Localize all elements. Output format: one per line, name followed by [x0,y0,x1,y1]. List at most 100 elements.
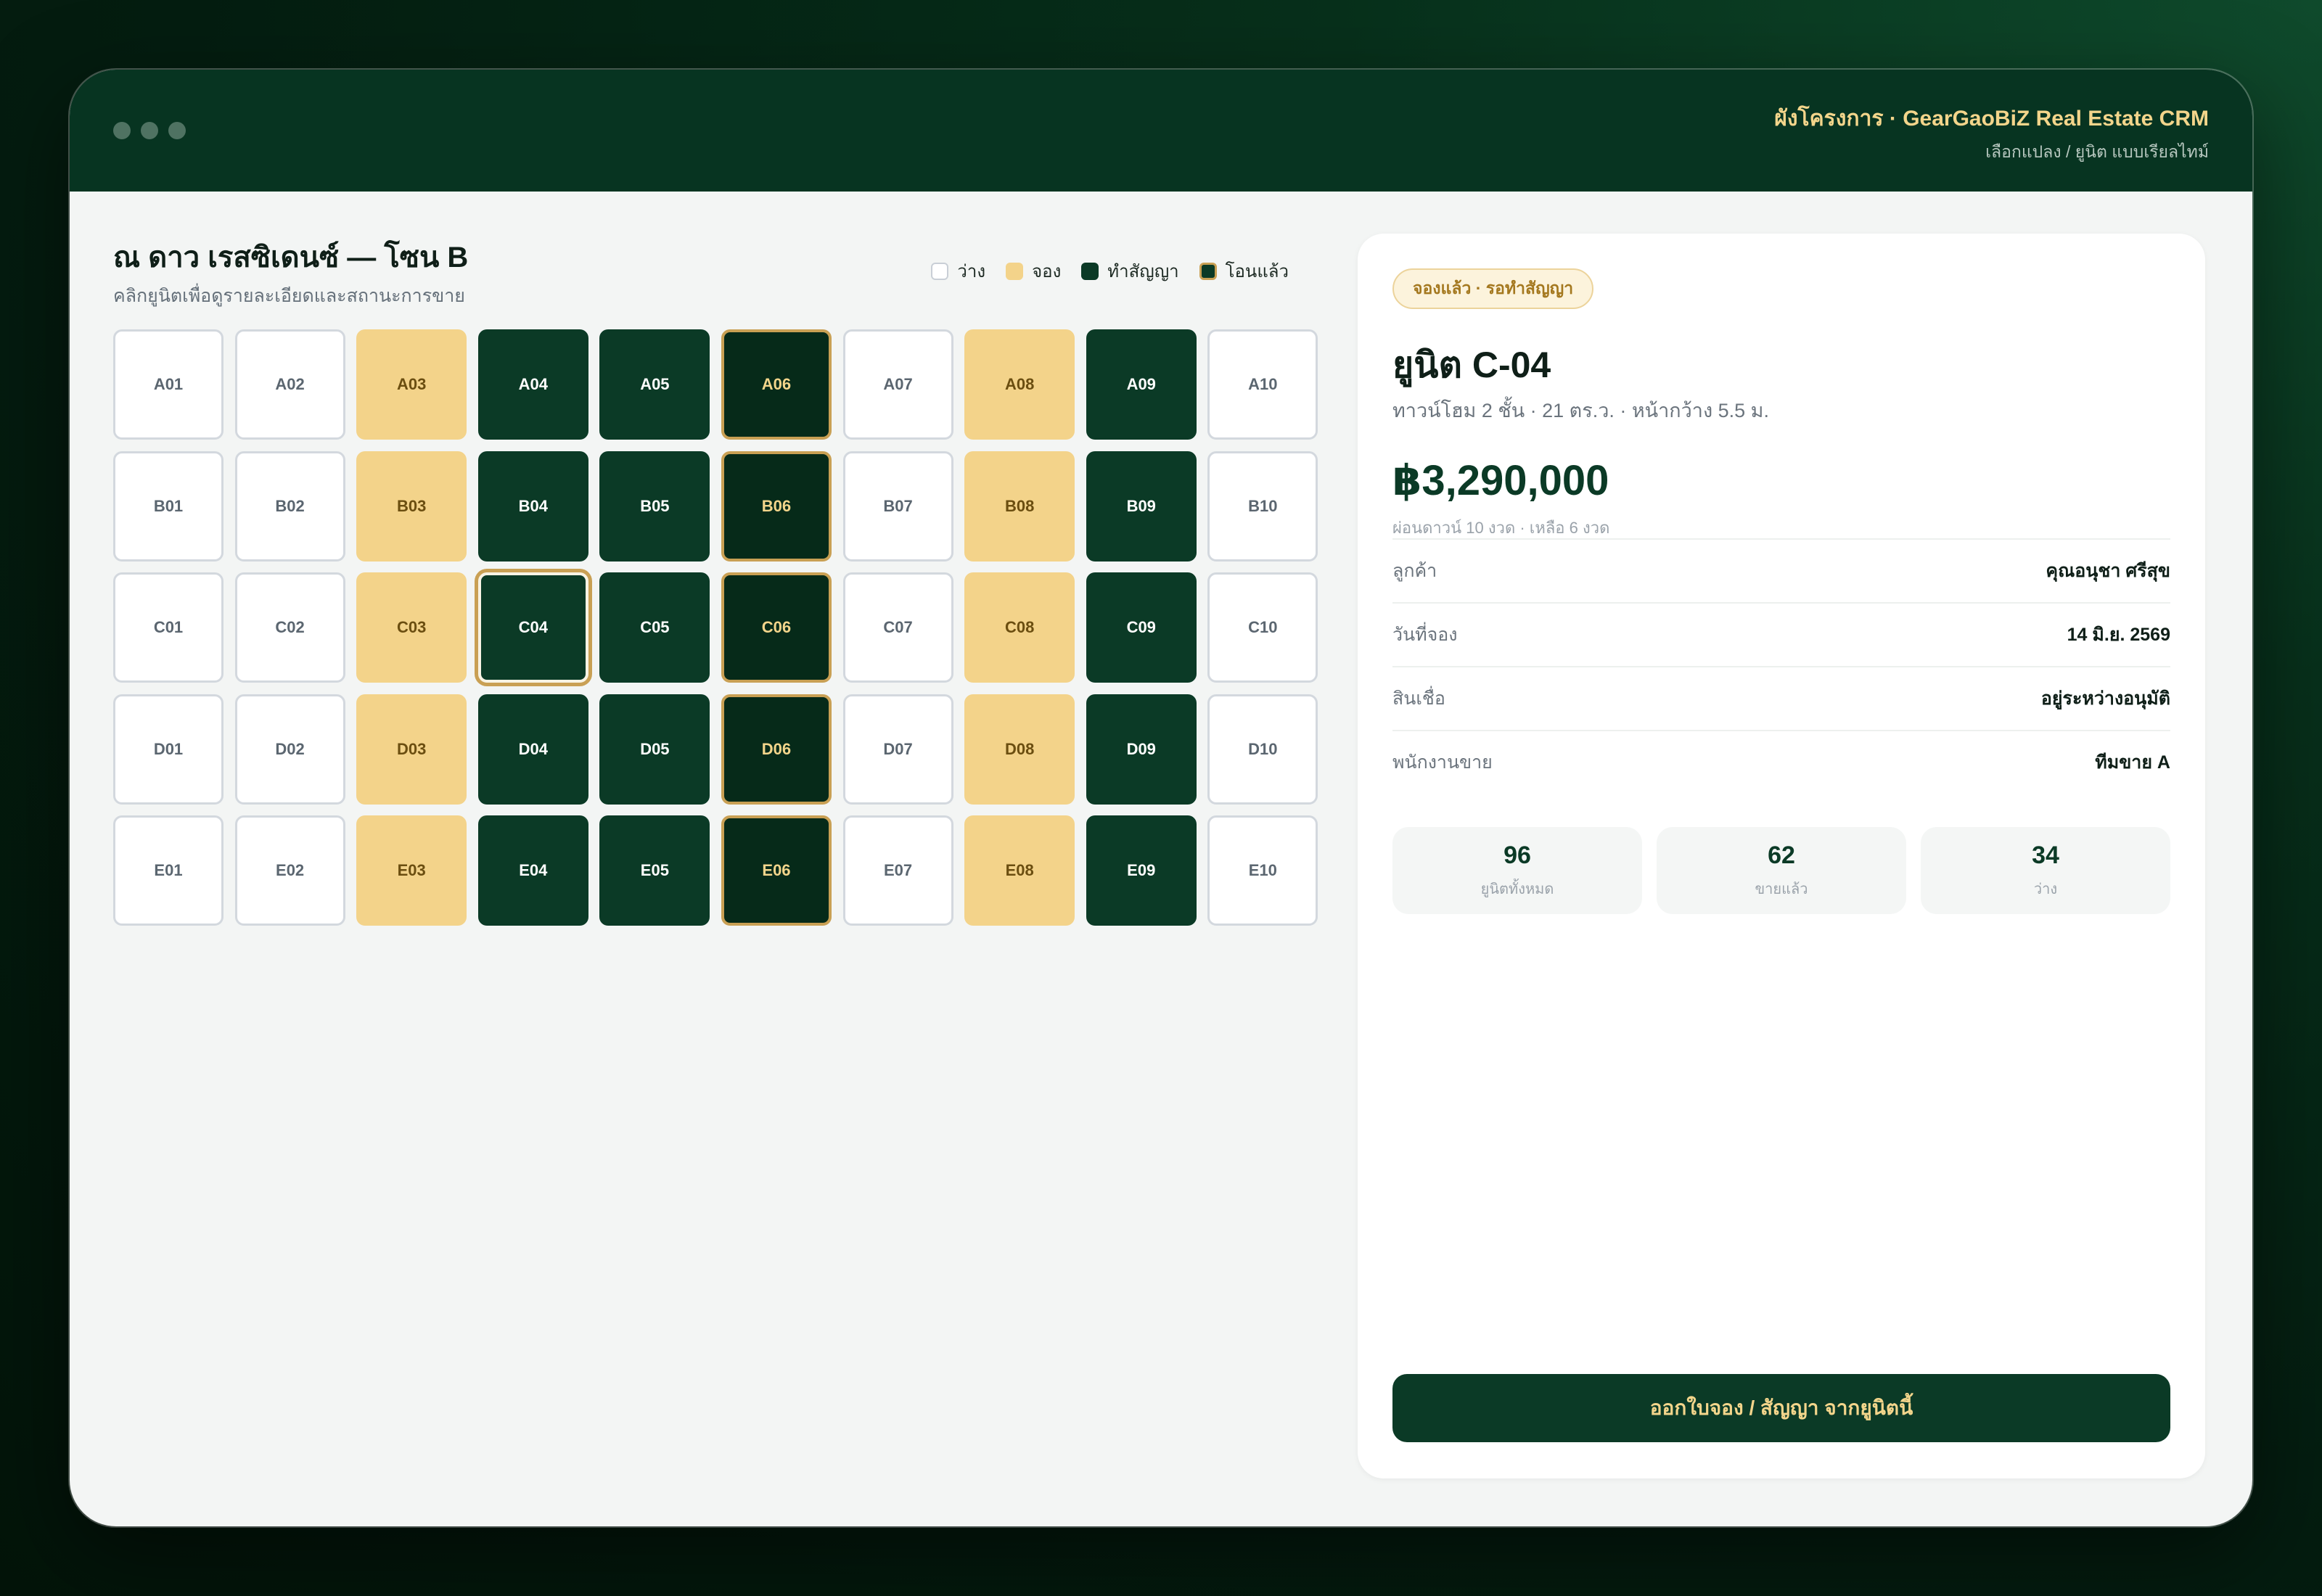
unit-cell-a08[interactable]: A08 [964,329,1075,440]
stat-value: 34 [2032,841,2059,869]
unit-cell-a01[interactable]: A01 [113,329,223,440]
unit-cell-c05[interactable]: C05 [599,572,710,683]
legend-item-transferred: โอนแล้ว [1199,257,1289,285]
unit-cell-c03[interactable]: C03 [356,572,467,683]
unit-name: ยูนิต C-04 [1392,345,1551,385]
unit-cell-e01[interactable]: E01 [113,815,223,926]
unit-cell-d07[interactable]: D07 [842,694,953,805]
unit-cell-e03[interactable]: E03 [356,815,467,926]
unit-cell-b06[interactable]: B06 [721,451,832,562]
status-legend: ว่าง จอง ทำสัญญา โอนแล้ว [931,257,1289,285]
field-label: สินเชื่อ [1392,688,1445,709]
stat-total-units: 96 ยูนิตทั้งหมด [1392,827,1642,914]
app-title: ผังโครงการ · GearGaoBiZ Real Estate CRM [1774,107,2209,131]
unit-cell-b04[interactable]: B04 [477,451,588,562]
field-label: วันที่จอง [1392,625,1458,645]
legend-item-reserved: จอง [1006,257,1061,285]
unit-cell-e07[interactable]: E07 [842,815,953,926]
detail-row-customer: ลูกค้า คุณอนุชา ศรีสุข [1392,538,2170,602]
unit-cell-a10[interactable]: A10 [1207,329,1318,440]
field-label: พนักงานขาย [1392,752,1493,773]
legend-label: โอนแล้ว [1225,262,1289,281]
unit-cell-d09[interactable]: D09 [1086,694,1197,805]
detail-fields: ลูกค้า คุณอนุชา ศรีสุข วันที่จอง 14 มิ.ย… [1392,538,2170,794]
field-value: คุณอนุชา ศรีสุข [2046,561,2170,581]
legend-swatch-contract [1081,262,1099,280]
unit-cell-b05[interactable]: B05 [599,451,710,562]
stat-label: ว่าง [2033,881,2058,897]
legend-label: ว่าง [957,262,986,281]
unit-cell-c04[interactable]: C04 [477,572,588,683]
stat-value: 96 [1503,841,1531,869]
unit-cell-a03[interactable]: A03 [356,329,467,440]
unit-cell-a04[interactable]: A04 [477,329,588,440]
stat-sold-units: 62 ขายแล้ว [1657,827,1906,914]
unit-cell-e04[interactable]: E04 [477,815,588,926]
unit-cell-d03[interactable]: D03 [356,694,467,805]
unit-cell-d10[interactable]: D10 [1207,694,1318,805]
app-subtitle: เลือกแปลง / ยูนิต แบบเรียลไทม์ [1985,142,2209,161]
plan-subtitle: คลิกยูนิตเพื่อดูรายละเอียดและสถานะการขาย [113,286,465,306]
unit-cell-d02[interactable]: D02 [234,694,345,805]
unit-cell-d04[interactable]: D04 [477,694,588,805]
unit-cell-b08[interactable]: B08 [964,451,1075,562]
unit-cell-a06[interactable]: A06 [721,329,832,440]
unit-cell-a05[interactable]: A05 [599,329,710,440]
window-controls [113,122,186,139]
unit-cell-c08[interactable]: C08 [964,572,1075,683]
field-value: อยู่ระหว่างอนุมัติ [2040,688,2170,709]
stat-value: 62 [1768,841,1795,869]
unit-cell-d08[interactable]: D08 [964,694,1075,805]
unit-cell-c07[interactable]: C07 [842,572,953,683]
legend-item-free: ว่าง [931,257,985,285]
plan-title: ณ ดาว เรสซิเดนซ์ — โซน B [113,242,469,273]
unit-grid: A01 A02 A03 A04 A05 A06 A07 A08 A09 A10 B01 B02 B03 B… [113,329,1318,926]
unit-cell-a09[interactable]: A09 [1086,329,1197,440]
unit-cell-c01[interactable]: C01 [113,572,223,683]
unit-cell-e06[interactable]: E06 [721,815,832,926]
detail-row-booking-date: วันที่จอง 14 มิ.ย. 2569 [1392,602,2170,666]
unit-detail-panel: จองแล้ว · รอทำสัญญา ยูนิต C-04 ทาวน์โฮม … [1358,234,2205,1478]
unit-cell-b01[interactable]: B01 [113,451,223,562]
unit-cell-d05[interactable]: D05 [599,694,710,805]
unit-price: ฿3,290,000 [1392,457,1609,504]
unit-cell-e05[interactable]: E05 [599,815,710,926]
unit-cell-e09[interactable]: E09 [1086,815,1197,926]
stat-available-units: 34 ว่าง [1921,827,2170,914]
legend-swatch-reserved [1006,262,1024,280]
unit-cell-a02[interactable]: A02 [234,329,345,440]
field-value: 14 มิ.ย. 2569 [2067,625,2170,645]
field-value: ทีมขาย A [2095,752,2170,773]
unit-cell-a07[interactable]: A07 [842,329,953,440]
legend-label: ทำสัญญา [1107,262,1179,281]
project-stats: 96 ยูนิตทั้งหมด 62 ขายแล้ว 34 ว่าง [1392,827,2170,914]
unit-cell-c09[interactable]: C09 [1086,572,1197,683]
field-label: ลูกค้า [1392,561,1437,581]
unit-cell-e08[interactable]: E08 [964,815,1075,926]
legend-swatch-free [931,262,949,280]
unit-cell-e02[interactable]: E02 [234,815,345,926]
unit-cell-d01[interactable]: D01 [113,694,223,805]
unit-cell-b09[interactable]: B09 [1086,451,1197,562]
unit-cell-c10[interactable]: C10 [1207,572,1318,683]
unit-description: ทาวน์โฮม 2 ชั้น · 21 ตร.ว. · หน้ากว้าง 5… [1392,400,1769,421]
legend-label: จอง [1032,262,1062,281]
window-dot-close[interactable] [113,122,131,139]
unit-cell-b02[interactable]: B02 [234,451,345,562]
unit-cell-e10[interactable]: E10 [1207,815,1318,926]
unit-cell-b03[interactable]: B03 [356,451,467,562]
unit-cell-c02[interactable]: C02 [234,572,345,683]
stat-label: ขายแล้ว [1755,881,1808,897]
issue-booking-contract-button[interactable]: ออกใบจอง / สัญญา จากยูนิตนี้ [1392,1374,2170,1442]
title-bar: ผังโครงการ · GearGaoBiZ Real Estate CRM … [70,70,2252,192]
stat-label: ยูนิตทั้งหมด [1480,881,1554,897]
window-dot-minimize[interactable] [141,122,158,139]
legend-swatch-transferred [1199,262,1217,280]
window-dot-maximize[interactable] [168,122,186,139]
app-window: ผังโครงการ · GearGaoBiZ Real Estate CRM … [70,70,2252,1526]
unit-cell-b10[interactable]: B10 [1207,451,1318,562]
unit-cell-d06[interactable]: D06 [721,694,832,805]
unit-cell-b07[interactable]: B07 [842,451,953,562]
detail-row-sales-rep: พนักงานขาย ทีมขาย A [1392,730,2170,794]
unit-cell-c06[interactable]: C06 [721,572,832,683]
